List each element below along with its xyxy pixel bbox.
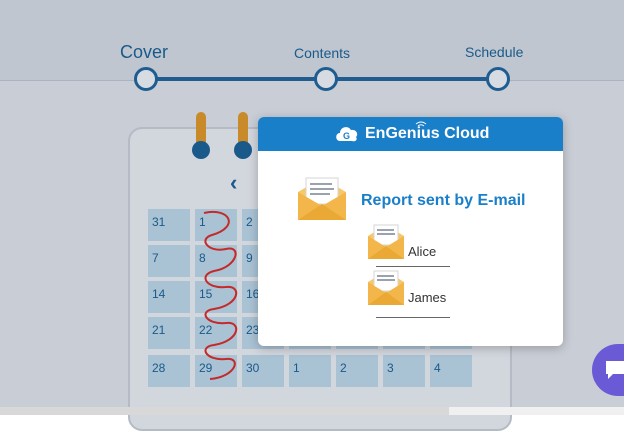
calendar-day-cell: 31 — [148, 209, 190, 241]
recipient-name: James — [408, 290, 447, 305]
envelope-small-icon — [368, 224, 404, 259]
red-spiral-doodle — [203, 210, 238, 380]
envelope-large-icon — [298, 177, 346, 220]
envelope-small-icon — [368, 270, 404, 305]
calendar-day-cell: 1 — [289, 355, 331, 387]
calendar-day-cell: 7 — [148, 245, 190, 277]
calendar-day-cell: 14 — [148, 281, 190, 313]
calendar-day-cell: 4 — [430, 355, 472, 387]
wifi-icon — [415, 121, 427, 127]
svg-text:G: G — [343, 131, 350, 141]
calendar-day-cell: 2 — [336, 355, 378, 387]
dialog-header: G EnGenius Cloud — [258, 117, 563, 151]
chat-bubble-icon — [606, 361, 624, 379]
calendar-ring-base — [192, 141, 210, 159]
horizontal-scrollbar[interactable] — [0, 407, 449, 415]
scrollbar-track — [449, 407, 624, 415]
step-header — [0, 0, 624, 81]
calendar-ring-base — [234, 141, 252, 159]
chevron-left-icon[interactable]: ‹ — [230, 170, 237, 196]
step-dot-cover[interactable] — [134, 67, 158, 91]
calendar-day-cell: 21 — [148, 317, 190, 349]
step-dot-schedule[interactable] — [486, 67, 510, 91]
step-label-contents: Contents — [294, 45, 351, 61]
recipient-name: Alice — [408, 244, 437, 259]
engenius-logo-icon: G — [336, 127, 358, 142]
step-label-schedule: Schedule — [465, 44, 524, 60]
dialog-brand-name: EnGenius Cloud — [365, 125, 490, 142]
step-dot-contents[interactable] — [314, 67, 338, 91]
report-sent-dialog: G EnGenius Cloud Report sent by E-mail A… — [258, 117, 563, 346]
calendar-day-cell: 28 — [148, 355, 190, 387]
calendar-day-cell: 3 — [383, 355, 425, 387]
step-label-cover: Cover — [120, 42, 169, 62]
recipient-underline — [376, 317, 450, 318]
dialog-title: Report sent by E-mail — [361, 192, 526, 209]
